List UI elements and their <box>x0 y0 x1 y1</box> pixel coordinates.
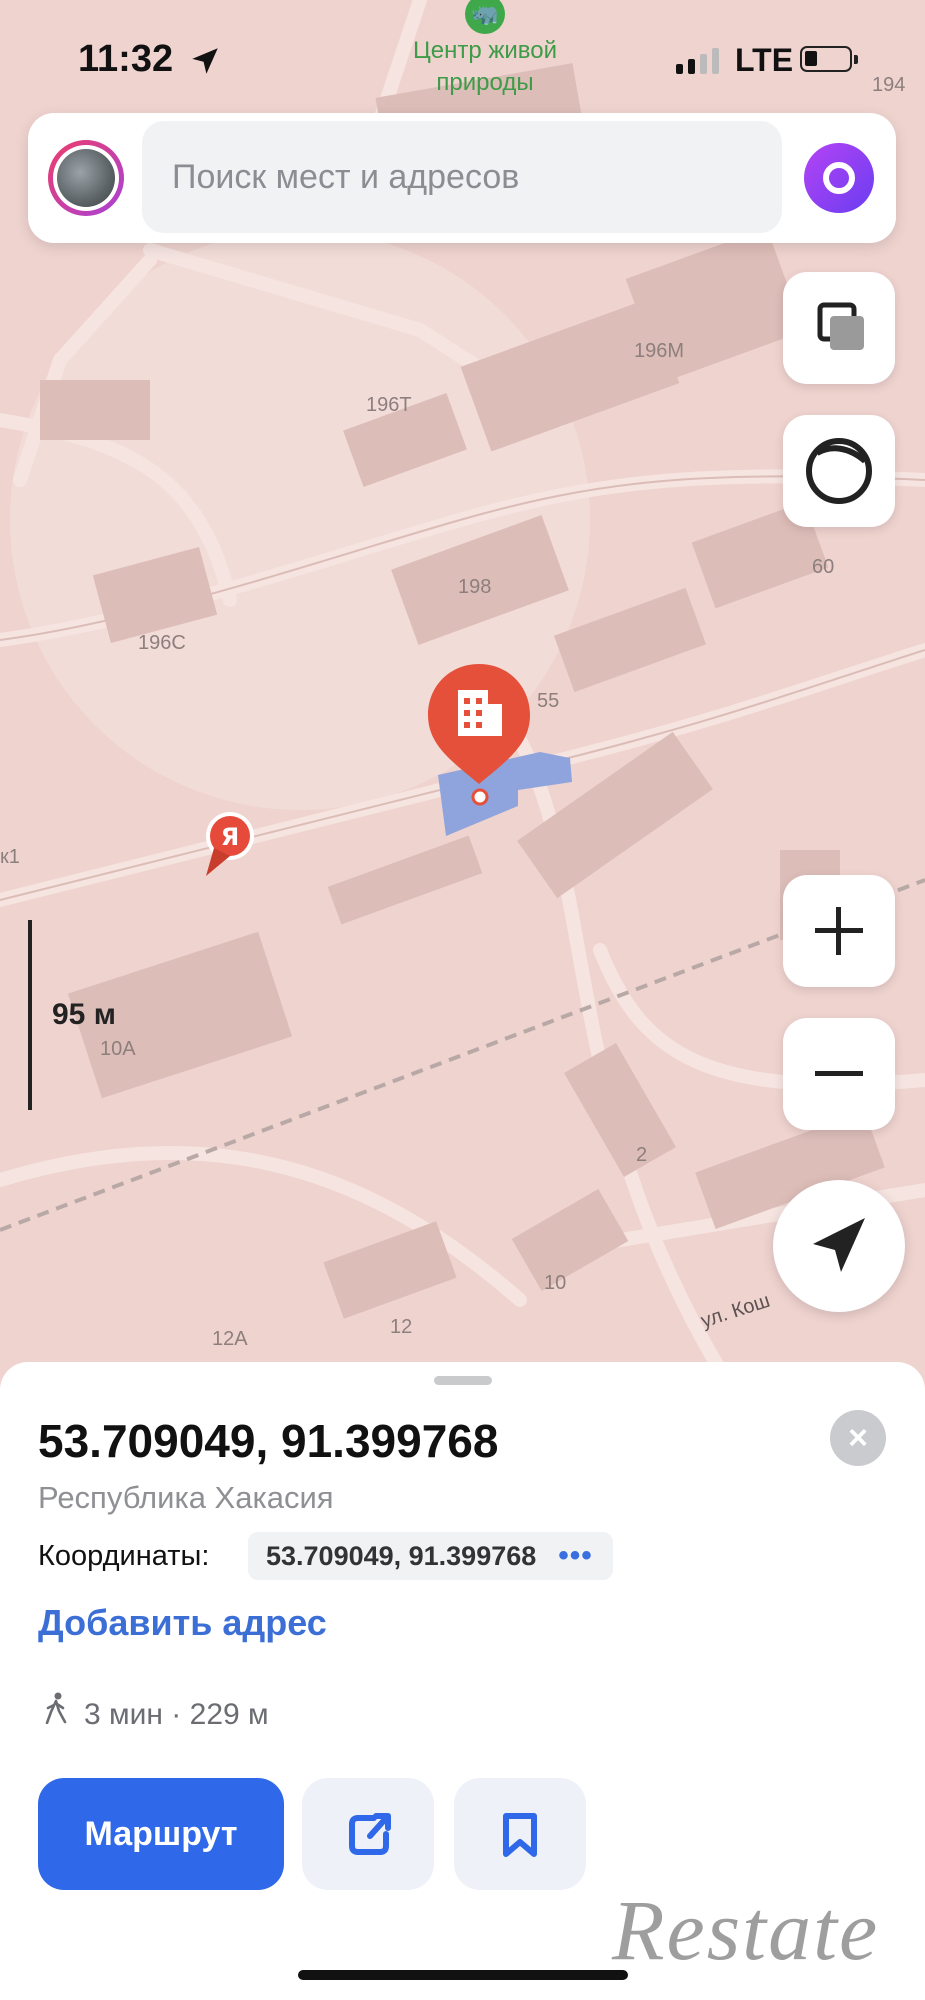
more-icon[interactable]: ••• <box>558 1539 593 1573</box>
walk-icon <box>44 1692 70 1732</box>
building-label: 194 <box>872 74 906 96</box>
close-button[interactable]: × <box>830 1410 886 1466</box>
coords-value: 53.709049, 91.399768 <box>266 1540 537 1571</box>
alice-icon[interactable] <box>804 143 874 213</box>
home-indicator[interactable] <box>298 1970 628 1980</box>
zoom-out-icon <box>815 1071 863 1076</box>
building-label: 196С <box>138 632 186 654</box>
building-label: 55 <box>537 690 560 712</box>
search-input[interactable]: Поиск мест и адресов <box>142 121 782 233</box>
scale-label: 95 м <box>52 998 116 1031</box>
bookmark-button[interactable] <box>454 1778 586 1890</box>
building-label: 10 <box>544 1272 567 1294</box>
building-label: 198 <box>458 576 492 598</box>
zoom-out-button[interactable] <box>783 1018 895 1130</box>
coords-label: Координаты: <box>38 1540 210 1572</box>
poi-marker[interactable]: 🦏 Центр живой природы <box>400 0 570 98</box>
status-time: 11:32 <box>78 38 174 80</box>
yandex-pin-icon[interactable]: Я <box>200 808 260 878</box>
walk-info: 3 мин · 229 м <box>44 1692 269 1732</box>
avatar[interactable] <box>48 140 124 216</box>
signal-icon <box>676 48 722 79</box>
route-button[interactable]: Маршрут <box>38 1778 284 1890</box>
share-icon <box>349 1813 391 1855</box>
map-style-icon <box>806 438 872 504</box>
building-label: к1 <box>0 846 20 868</box>
status-bar: 11:32 🦏 Центр живой природы 194 LTE <box>0 0 925 110</box>
poi-name-line2: природы <box>436 69 534 96</box>
animal-icon: 🦏 <box>465 0 505 34</box>
building-label: 196М <box>634 340 685 362</box>
share-button[interactable] <box>302 1778 434 1890</box>
battery-icon <box>800 46 858 72</box>
building-label: 12 <box>390 1316 413 1338</box>
poi-name-line1: Центр живой <box>412 37 558 64</box>
svg-text:Я: Я <box>221 823 239 851</box>
layers-button[interactable] <box>783 272 895 384</box>
coords-chip[interactable]: 53.709049, 91.399768 ••• <box>248 1532 613 1580</box>
zoom-in-button[interactable] <box>783 875 895 987</box>
location-arrow-icon <box>188 44 222 83</box>
network-type: LTE <box>735 42 794 78</box>
my-location-button[interactable] <box>773 1180 905 1312</box>
add-address-link[interactable]: Добавить адрес <box>38 1602 327 1644</box>
building-label: 10А <box>100 1038 136 1060</box>
building-label: 196Т <box>366 394 412 416</box>
sheet-grabber[interactable] <box>434 1376 492 1385</box>
zoom-in-icon <box>815 907 863 955</box>
scale-bar <box>28 920 32 1110</box>
layers-icon <box>817 302 864 350</box>
place-region: Республика Хакасия <box>38 1480 334 1515</box>
building-label: 2 <box>636 1144 648 1166</box>
building-label: 60 <box>812 556 835 578</box>
place-title: 53.709049, 91.399768 <box>38 1415 499 1467</box>
building-pin-icon[interactable] <box>424 660 534 788</box>
watermark: Restate <box>612 1882 880 1978</box>
bookmark-icon <box>503 1813 537 1857</box>
navigate-icon <box>813 1218 865 1272</box>
map-style-button[interactable] <box>783 415 895 527</box>
close-icon: × <box>848 1419 868 1457</box>
building-label: 12А <box>212 1328 248 1350</box>
walk-text: 3 мин · 229 м <box>84 1698 269 1731</box>
search-bar: Поиск мест и адресов <box>28 113 896 243</box>
